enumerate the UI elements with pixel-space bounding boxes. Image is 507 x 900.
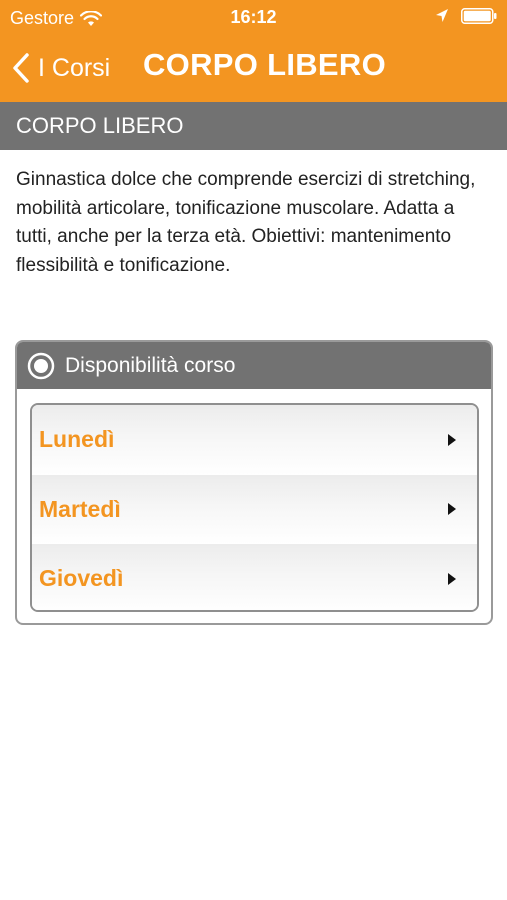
page-title: CORPO LIBERO [143,47,387,82]
availability-header: Disponibilità corso [17,342,491,389]
back-button-label: I Corsi [38,53,111,82]
chevron-left-icon [12,53,30,83]
day-item-giovedi[interactable]: Giovedì [32,544,477,610]
availability-title: Disponibilità corso [65,353,236,377]
day-label: Giovedì [39,565,124,592]
day-item-lunedi[interactable]: Lunedì [32,405,477,475]
course-description: Ginnastica dolce che comprende esercizi … [16,169,476,276]
location-icon [435,8,449,24]
day-list: Lunedì Martedì Giovedì [30,403,479,612]
battery-icon [461,8,497,24]
status-time: 16:12 [230,7,277,27]
radio-selected-icon [27,352,55,380]
status-bar: Gestore 16:12 [0,0,507,36]
day-label: Lunedì [39,426,115,453]
status-indicators [435,8,497,24]
navigation-bar: I Corsi CORPO LIBERO [0,36,507,102]
day-item-martedi[interactable]: Martedì [32,474,477,545]
availability-panel: Disponibilità corso Lunedì Martedì Giove… [15,340,493,625]
app-header: Gestore 16:12 I Corsi CORPO LIBERO [0,0,507,102]
arrow-right-icon [447,572,457,586]
section-title: CORPO LIBERO [0,102,507,150]
arrow-right-icon [447,502,457,516]
arrow-right-icon [447,433,457,447]
back-button[interactable]: I Corsi [12,48,110,88]
day-label: Martedì [39,495,121,522]
